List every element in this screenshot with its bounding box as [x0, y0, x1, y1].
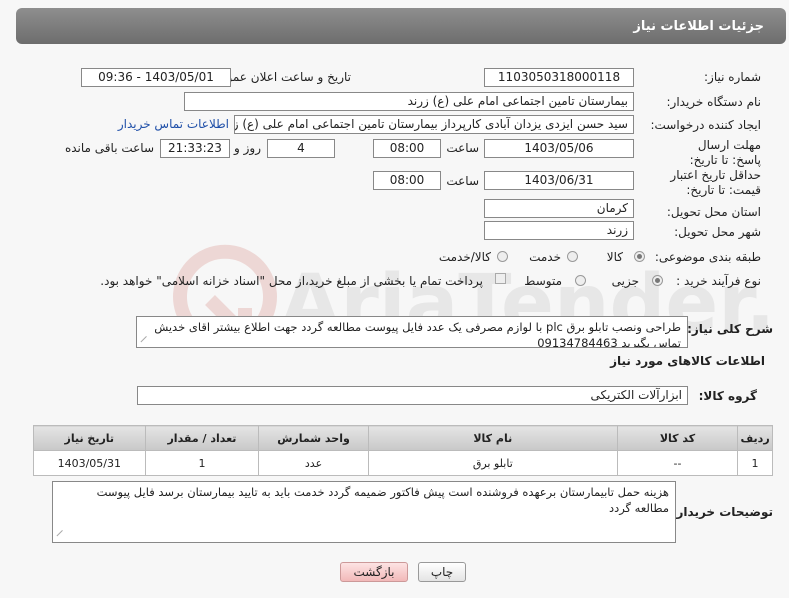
category-radio-service[interactable]	[567, 251, 578, 262]
cell-need-date: 1403/05/31	[33, 450, 146, 476]
reply-deadline-time: 08:00	[373, 139, 441, 158]
col-header-need-date: تاریخ نیاز	[33, 425, 146, 451]
announce-date-field: 1403/05/01 - 09:36	[81, 68, 231, 87]
price-validity-time-label: ساعت	[446, 174, 479, 188]
province-field: کرمان	[484, 199, 634, 218]
items-table: ردیف کد کالا نام کالا واحد شمارش تعداد /…	[33, 425, 773, 476]
remaining-time-label: ساعت باقی مانده	[64, 141, 154, 155]
price-validity-time: 08:00	[373, 171, 441, 190]
print-button[interactable]: چاپ	[418, 562, 466, 582]
purchase-radio-minor[interactable]	[652, 275, 663, 286]
cell-quantity: 1	[144, 450, 260, 476]
goods-section-title: اطلاعات کالاهای مورد نیاز	[610, 354, 765, 368]
category-option-goods-service: کالا/خدمت	[438, 250, 491, 264]
cell-name: تابلو برق	[367, 450, 618, 476]
buyer-org-label: نام دستگاه خریدار:	[666, 95, 762, 109]
page-header: جزئیات اطلاعات نیاز	[16, 8, 786, 44]
purchase-radio-medium[interactable]	[575, 275, 586, 286]
purchase-type-label: نوع فرآیند خرید :	[676, 274, 761, 288]
cell-unit: عدد	[258, 450, 369, 476]
description-label: شرح کلی نیاز:	[687, 322, 773, 336]
reply-time-label: ساعت	[446, 141, 479, 155]
province-label: استان محل تحویل:	[666, 205, 761, 219]
buyer-notes-label: توضیحات خریدار:	[671, 505, 773, 519]
goods-group-label: گروه کالا:	[698, 389, 757, 403]
goods-group-field: ابزارآلات الکتریکی	[137, 386, 688, 405]
price-validity-label: حداقل تاریخ اعتبار قیمت: تا تاریخ:	[670, 168, 761, 197]
buyer-org-field: بیمارستان تامین اجتماعی امام علی (ع) زرن…	[184, 92, 634, 111]
category-radio-goods[interactable]	[634, 251, 645, 262]
category-option-service: خدمت	[529, 250, 561, 264]
treasury-checkbox[interactable]	[495, 273, 506, 284]
remaining-time-field: 21:33:23	[160, 139, 230, 158]
page-title: جزئیات اطلاعات نیاز	[633, 19, 764, 34]
col-header-name: نام کالا	[367, 425, 618, 451]
category-option-goods: کالا	[606, 250, 623, 264]
table-header-row: ردیف کد کالا نام کالا واحد شمارش تعداد /…	[33, 425, 773, 451]
cell-code: --	[616, 450, 739, 476]
need-number-label: شماره نیاز:	[704, 70, 761, 84]
purchase-option-medium: متوسط	[524, 274, 562, 288]
reply-deadline-label: مهلت ارسال پاسخ: تا تاریخ:	[689, 138, 761, 167]
col-header-row-num: ردیف	[737, 425, 773, 451]
description-field: طراحی ونصب تابلو برق plc با لوازم مصرفی …	[136, 316, 688, 348]
city-field: زرند	[484, 221, 634, 240]
city-label: شهر محل تحویل:	[674, 225, 761, 239]
requester-field: سید حسن ایزدی یزدان آبادی کارپرداز بیمار…	[234, 115, 634, 134]
buyer-notes-field: هزینه حمل تابیمارستان برعهده فروشنده است…	[52, 481, 676, 543]
col-header-code: کد کالا	[616, 425, 739, 451]
days-remaining-field: 4	[267, 139, 335, 158]
category-label: طبقه بندی موضوعی:	[654, 250, 761, 264]
purchase-option-minor: جزیی	[611, 274, 639, 288]
reply-deadline-date: 1403/05/06	[484, 139, 634, 158]
price-validity-date: 1403/06/31	[484, 171, 634, 190]
need-number-field: 1103050318000118	[484, 68, 634, 87]
requester-label: ایجاد کننده درخواست:	[650, 118, 761, 132]
buyer-contact-link[interactable]: اطلاعات تماس خریدار	[118, 117, 229, 131]
days-label: روز و	[234, 141, 261, 155]
col-header-quantity: تعداد / مقدار	[144, 425, 260, 451]
cell-row-num: 1	[737, 450, 773, 476]
col-header-unit: واحد شمارش	[258, 425, 369, 451]
treasury-note: پرداخت تمام یا بخشی از مبلغ خرید،از محل …	[100, 274, 483, 288]
back-button[interactable]: بازگشت	[340, 562, 408, 582]
category-radio-goods-service[interactable]	[497, 251, 508, 262]
table-row: 1 -- تابلو برق عدد 1 1403/05/31	[33, 450, 773, 476]
